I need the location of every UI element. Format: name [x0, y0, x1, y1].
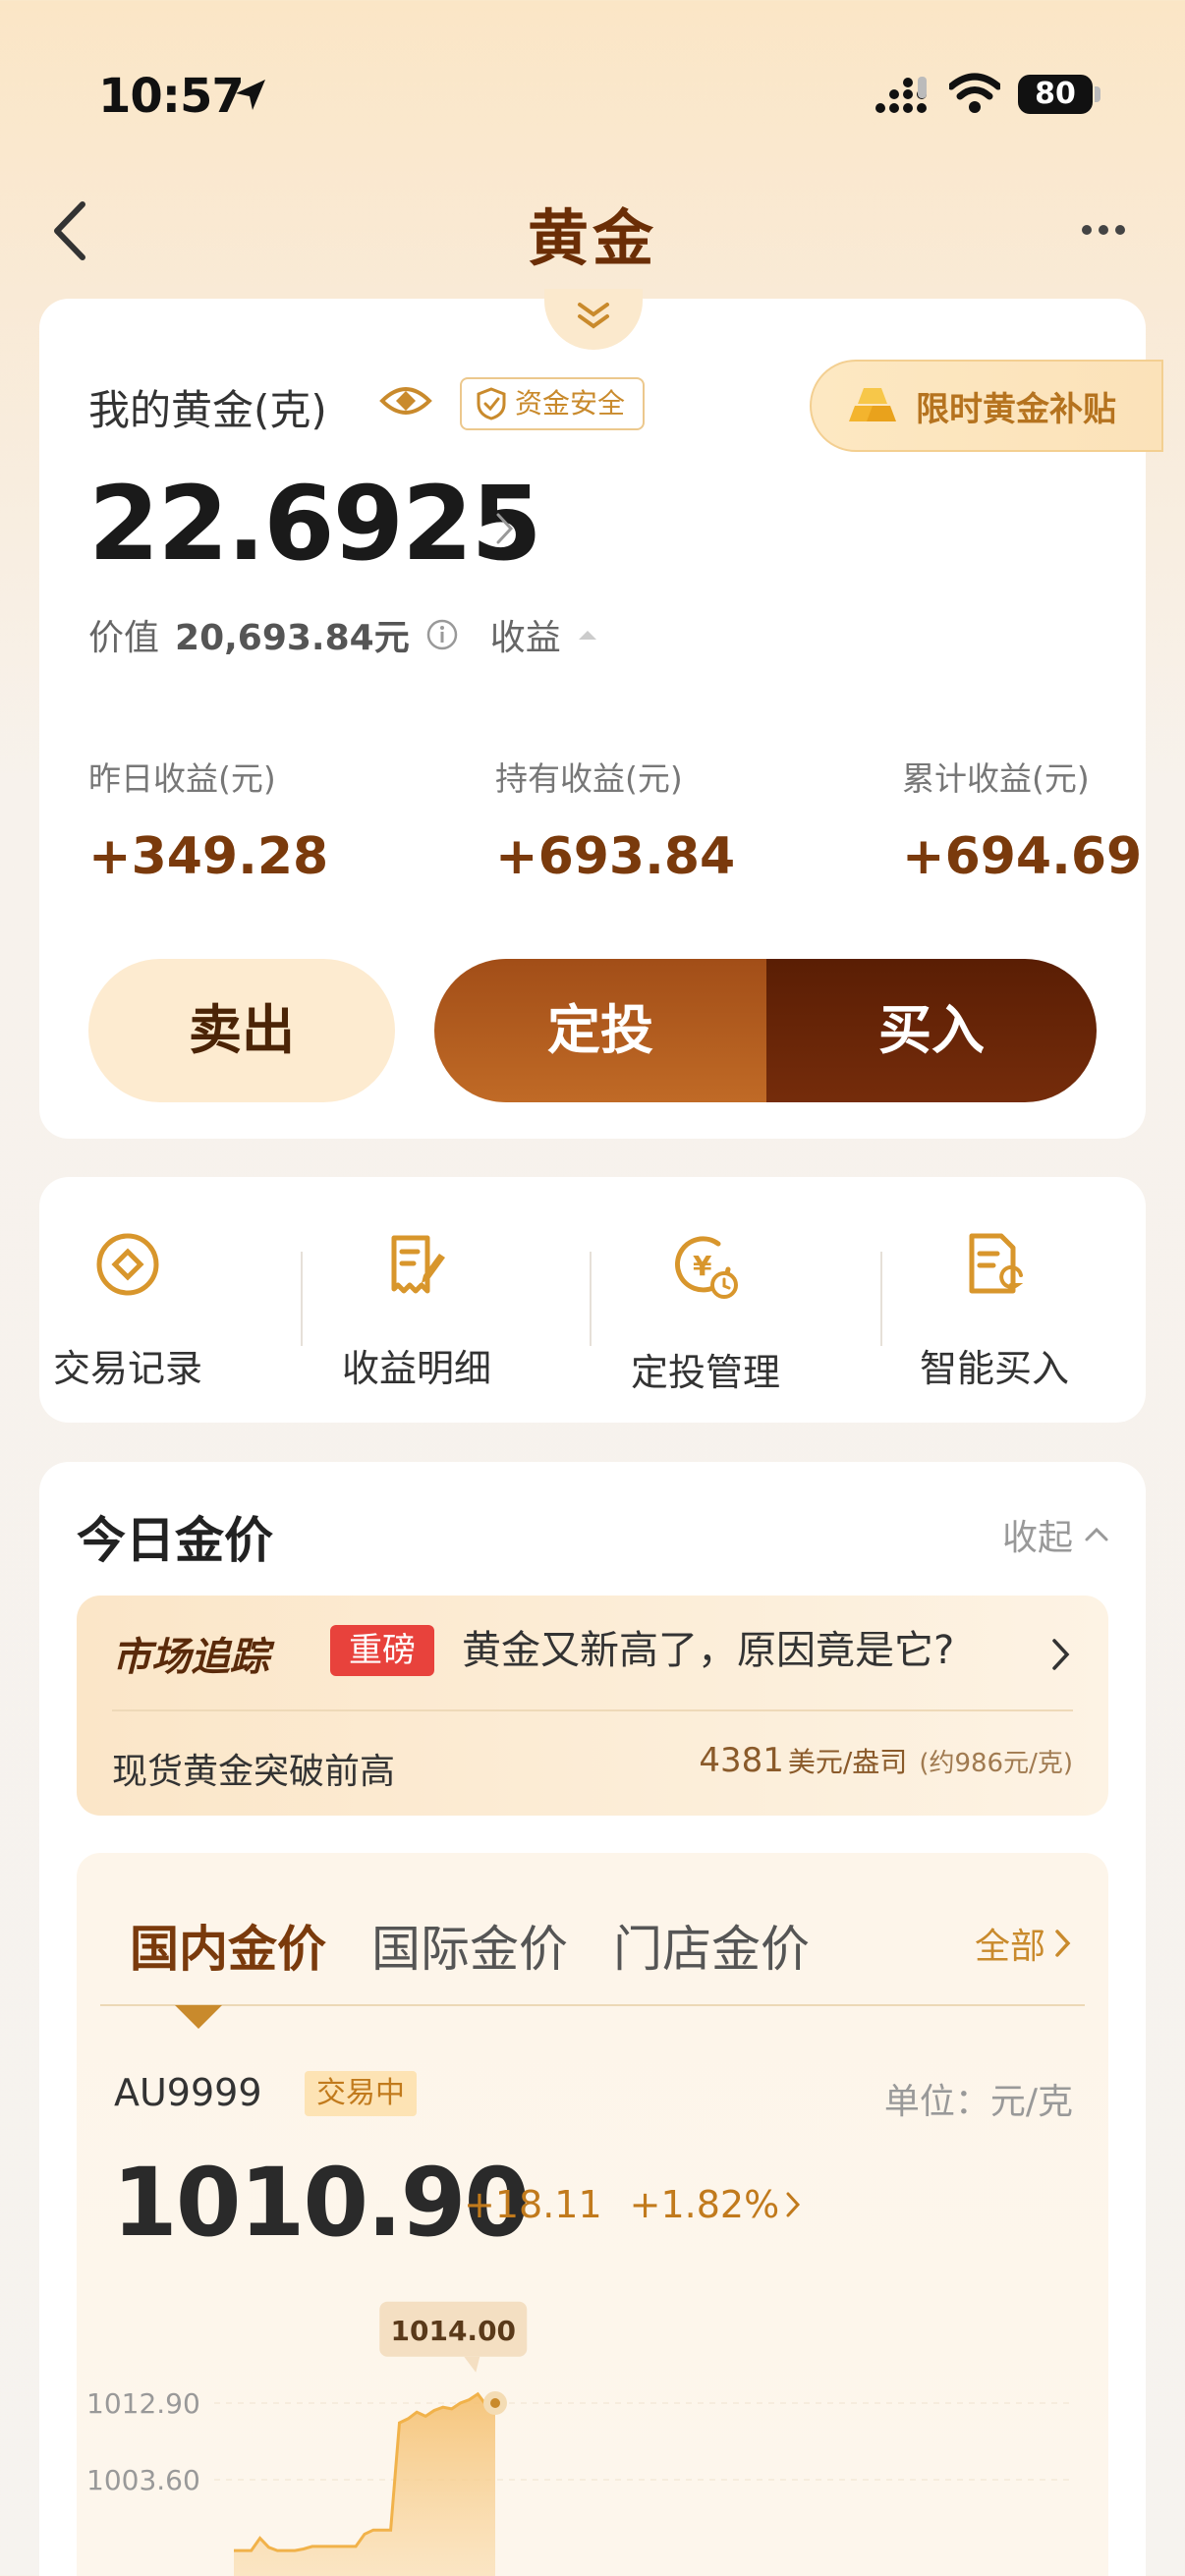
tooltip-pointer	[464, 2356, 480, 2373]
plan-manage-icon: ¥	[675, 1236, 738, 1299]
tool-label: 定投管理	[630, 1351, 780, 1394]
intraday-price-chart[interactable]: 1012.90 1003.60 1014.00	[77, 2285, 1108, 2576]
battery-tip	[1095, 86, 1100, 102]
chevron-right-icon[interactable]	[493, 509, 517, 548]
collapse-handle[interactable]	[544, 289, 643, 350]
stat-label: 昨日收益(元)	[88, 759, 276, 798]
gold-subsidy-button[interactable]: 限时黄金补贴	[810, 360, 1163, 452]
spot-price-approx: (约986元/克)	[919, 1749, 1073, 1778]
price-change[interactable]: +18.11 +1.82%	[464, 2183, 803, 2226]
caret-up-icon[interactable]	[577, 628, 598, 642]
stat-label: 累计收益(元)	[902, 759, 1090, 798]
collapse-label: 收起	[1001, 1518, 1073, 1558]
funds-safe-badge[interactable]: 资金安全	[460, 377, 646, 430]
market-brand: 市场追踪	[112, 1635, 269, 1680]
buy-button[interactable]: 买入	[766, 959, 1097, 1102]
grams-value[interactable]: 22.6925	[88, 464, 542, 584]
chevron-right-icon	[1055, 1930, 1071, 1957]
double-chevron-down-icon	[578, 303, 609, 329]
today-title: 今日金价	[77, 1512, 273, 1569]
spot-price-value: 4381	[699, 1741, 784, 1780]
tool-label: 智能买入	[919, 1347, 1069, 1390]
record-icon	[96, 1233, 159, 1296]
all-link[interactable]: 全部	[975, 1918, 1073, 1969]
spot-price-unit: 美元/盎司	[787, 1746, 908, 1778]
earnings-toggle-label[interactable]: 收益	[490, 609, 561, 660]
trading-status-badge: 交易中	[305, 2071, 417, 2116]
stat-value: +694.69	[902, 827, 1143, 886]
tool-smart-buy[interactable]: 智能买入	[886, 1230, 1102, 1392]
market-subtitle: 现货黄金突破前高	[112, 1752, 396, 1792]
more-icon[interactable]	[1079, 218, 1128, 242]
location-arrow-icon	[236, 80, 265, 110]
holdings-card: 我的黄金(克) 资金安全 限时黄金补贴 22.6925 价值 20,693.84…	[39, 289, 1163, 1139]
svg-text:¥: ¥	[693, 1250, 712, 1282]
divider	[880, 1252, 882, 1346]
earnings-detail-icon	[391, 1235, 445, 1294]
tab-international[interactable]: 国际金价	[371, 1910, 568, 1981]
tooltip-value: 1014.00	[391, 2315, 517, 2347]
tool-plan-manage[interactable]: ¥ 定投管理	[597, 1230, 814, 1396]
holdings-label: 我的黄金(克)	[88, 386, 327, 434]
tool-label: 交易记录	[52, 1347, 202, 1390]
eye-icon[interactable]	[379, 379, 432, 422]
plan-button[interactable]: 定投	[434, 959, 766, 1102]
divider	[112, 1709, 1073, 1711]
plan-buy-group: 定投 买入	[434, 959, 1097, 1102]
battery-icon: 80	[1018, 75, 1093, 114]
active-tab-indicator	[175, 2005, 222, 2029]
tab-store[interactable]: 门店金价	[613, 1910, 810, 1981]
change-percent: +1.82%	[629, 2183, 780, 2226]
chevron-right-icon	[1052, 1639, 1070, 1670]
stat-cumulative: 累计收益(元) +694.69	[902, 753, 1142, 886]
status-time: 10:57	[98, 69, 245, 124]
value-row: 价值 20,693.84元 收益	[88, 609, 598, 660]
wifi-icon	[949, 73, 1000, 113]
market-tracker-banner[interactable]: 市场追踪 重磅 黄金又新高了，原因竟是它? 现货黄金突破前高 4381 美元/盎…	[77, 1596, 1108, 1816]
y-tick-label: 1003.60	[86, 2464, 200, 2496]
shield-check-icon	[477, 387, 506, 420]
stat-value: +349.28	[88, 827, 329, 886]
tab-domestic[interactable]: 国内金价	[130, 1910, 326, 1981]
chevron-up-icon	[1085, 1527, 1108, 1541]
change-amount: +18.11	[464, 2183, 602, 2226]
stat-holding: 持有收益(元) +693.84	[495, 753, 735, 886]
product-code: AU9999	[114, 2071, 262, 2114]
subsidy-label: 限时黄金补贴	[916, 389, 1116, 429]
divider	[301, 1252, 303, 1346]
page-title: 黄金	[527, 202, 657, 274]
signal-icon	[875, 77, 927, 113]
chevron-right-icon	[786, 2192, 801, 2217]
value-amount: 20,693.84元	[175, 618, 410, 658]
tool-label: 收益明细	[341, 1347, 491, 1390]
quick-tools-card: 交易记录 收益明细 ¥ 定投管理 智能买入	[39, 1177, 1146, 1423]
collapse-button[interactable]: 收起	[1002, 1509, 1110, 1560]
current-point-dot	[490, 2398, 500, 2408]
sell-button[interactable]: 卖出	[88, 959, 395, 1102]
price-panel: 国内金价 国际金价 门店金价 全部 AU9999 交易中 单位：元/克 1010…	[77, 1853, 1108, 2576]
stat-value: +693.84	[495, 827, 736, 886]
price-unit: 单位：元/克	[883, 2082, 1073, 2122]
today-price-card: 今日金价 收起 市场追踪 重磅 黄金又新高了，原因竟是它? 现货黄金突破前高 4…	[39, 1462, 1146, 2576]
tool-earnings-detail[interactable]: 收益明细	[309, 1230, 525, 1392]
value-label: 价值	[88, 618, 160, 658]
funds-safe-label: 资金安全	[515, 387, 626, 420]
spot-price: 4381 美元/盎司 (约986元/克)	[699, 1741, 1073, 1780]
divider	[590, 1252, 592, 1346]
status-bar: 10:57 80	[0, 0, 1185, 187]
tool-trade-records[interactable]: 交易记录	[20, 1230, 236, 1392]
stat-label: 持有收益(元)	[495, 759, 683, 798]
stat-yesterday: 昨日收益(元) +349.28	[88, 753, 328, 886]
smart-buy-icon	[969, 1233, 1024, 1294]
headline-tag: 重磅	[330, 1625, 434, 1676]
tab-underline	[100, 2004, 1085, 2006]
info-icon[interactable]	[425, 618, 459, 651]
market-headline: 黄金又新高了，原因竟是它?	[462, 1628, 955, 1673]
all-label: 全部	[974, 1927, 1045, 1967]
y-tick-label: 1012.90	[86, 2387, 200, 2420]
gold-bars-icon	[849, 388, 896, 421]
